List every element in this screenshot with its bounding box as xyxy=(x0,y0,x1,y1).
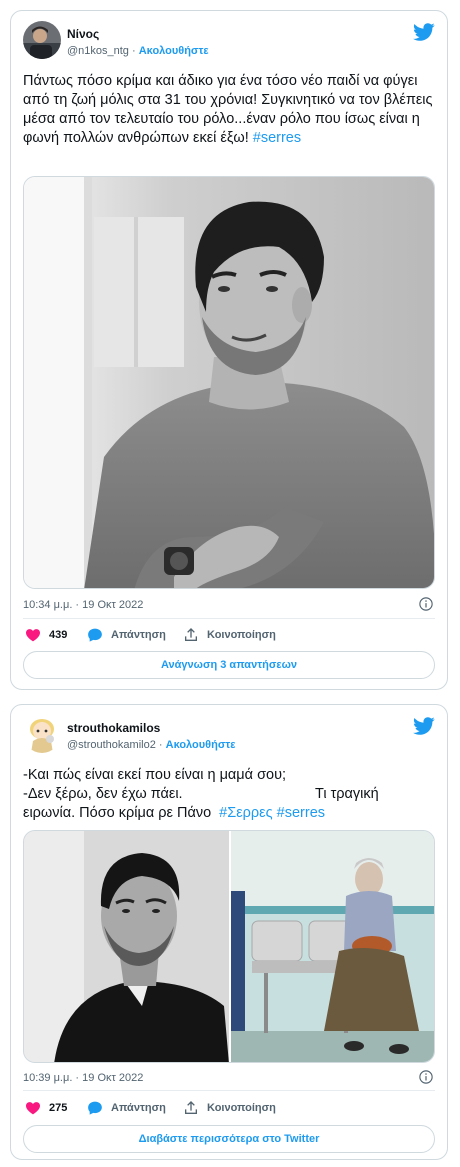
follow-button[interactable]: Ακολουθήστε xyxy=(166,739,236,751)
author-name[interactable]: strouthokamilos xyxy=(67,721,160,735)
author-name[interactable]: Νίνος xyxy=(67,27,99,41)
reply-bubble-icon xyxy=(88,628,102,642)
avatar[interactable] xyxy=(23,21,61,59)
photo-right xyxy=(231,831,434,1062)
reply-button[interactable]: Απάντηση xyxy=(87,1100,166,1116)
tweet-photo[interactable] xyxy=(23,176,435,589)
info-icon[interactable] xyxy=(419,1070,433,1084)
read-more-on-twitter-button[interactable]: Διαβάστε περισσότερα στο Twitter xyxy=(23,1125,435,1153)
timestamp[interactable]: 10:39 μ.μ. · 19 Οκτ 2022 xyxy=(23,1072,143,1084)
tweet-photos[interactable] xyxy=(23,830,435,1063)
share-upload-icon xyxy=(185,1101,197,1114)
share-button[interactable]: Κοινοποίηση xyxy=(183,1100,276,1116)
hashtag-link[interactable]: #Σερρες xyxy=(219,805,272,821)
tweet-body: Πάντως πόσο κρίμα και άδικο για ένα τόσο… xyxy=(23,73,433,146)
divider xyxy=(23,618,435,619)
author-handle[interactable]: @n1kos_ntg xyxy=(67,45,129,57)
share-label: Κοινοποίηση xyxy=(207,1102,276,1114)
heart-icon xyxy=(26,1102,40,1115)
share-upload-icon xyxy=(185,628,197,641)
like-button[interactable]: 439 xyxy=(25,627,67,643)
reply-bubble-icon xyxy=(88,1101,102,1115)
text-fragment: ειρωνία. Πόσο κρίμα ρε Πάνο xyxy=(23,805,212,821)
hashtag-link[interactable]: #serres xyxy=(253,130,301,146)
share-label: Κοινοποίηση xyxy=(207,629,276,641)
heart-icon xyxy=(26,629,40,642)
separator: · xyxy=(158,739,163,751)
author-handle[interactable]: @strouthokamilo2 xyxy=(67,739,156,751)
timestamp[interactable]: 10:34 μ.μ. · 19 Οκτ 2022 xyxy=(23,599,143,611)
photo-left xyxy=(24,831,229,1062)
separator: · xyxy=(132,45,136,57)
handle-line: @n1kos_ntg · Ακολουθήστε xyxy=(67,45,209,57)
like-button[interactable]: 275 xyxy=(25,1100,67,1116)
handle-line: @strouthokamilo2 · Ακολουθήστε xyxy=(67,739,235,751)
text-fragment: Τι τραγική xyxy=(315,786,379,802)
photo-portrait-man xyxy=(24,177,434,588)
twitter-bird-icon[interactable] xyxy=(413,21,435,43)
like-count: 275 xyxy=(49,1102,68,1114)
action-bar: 275 Απάντηση Κοινοποίηση xyxy=(25,1100,435,1120)
photo-grid xyxy=(24,831,434,1062)
reply-label: Απάντηση xyxy=(111,1102,166,1114)
tweet-card: strouthokamilos @strouthokamilo2 · Ακολο… xyxy=(10,704,448,1160)
avatar[interactable] xyxy=(23,715,61,753)
text-fragment: -Δεν ξέρω, δεν έχω πάει. xyxy=(23,786,183,802)
read-replies-button[interactable]: Ανάγνωση 3 απαντήσεων xyxy=(23,651,435,679)
reply-label: Απάντηση xyxy=(111,629,166,641)
follow-button[interactable]: Ακολουθήστε xyxy=(139,45,209,57)
action-bar: 439 Απάντηση Κοινοποίηση xyxy=(25,627,435,647)
twitter-bird-icon[interactable] xyxy=(413,715,435,737)
tweet-header: strouthokamilos @strouthokamilo2 · Ακολο… xyxy=(23,715,435,759)
info-icon[interactable] xyxy=(419,597,433,611)
text-line: -Δεν ξέρω, δεν έχω πάει. Τι τραγική xyxy=(23,785,435,804)
reply-button[interactable]: Απάντηση xyxy=(87,627,166,643)
tweet-text: Πάντως πόσο κρίμα και άδικο για ένα τόσο… xyxy=(23,72,435,148)
tweet-text: -Και πώς είναι εκεί που είναι η μαμά σου… xyxy=(23,766,435,823)
divider xyxy=(23,1090,435,1091)
text-line: ειρωνία. Πόσο κρίμα ρε Πάνο #Σερρες #ser… xyxy=(23,804,435,823)
like-count: 439 xyxy=(49,629,68,641)
tweet-card: Νίνος @n1kos_ntg · Ακολουθήστε Πάντως πό… xyxy=(10,10,448,690)
tweet-header: Νίνος @n1kos_ntg · Ακολουθήστε xyxy=(23,21,435,65)
text-line: -Και πώς είναι εκεί που είναι η μαμά σου… xyxy=(23,767,287,783)
hashtag-link[interactable]: #serres xyxy=(277,805,325,821)
share-button[interactable]: Κοινοποίηση xyxy=(183,627,276,643)
